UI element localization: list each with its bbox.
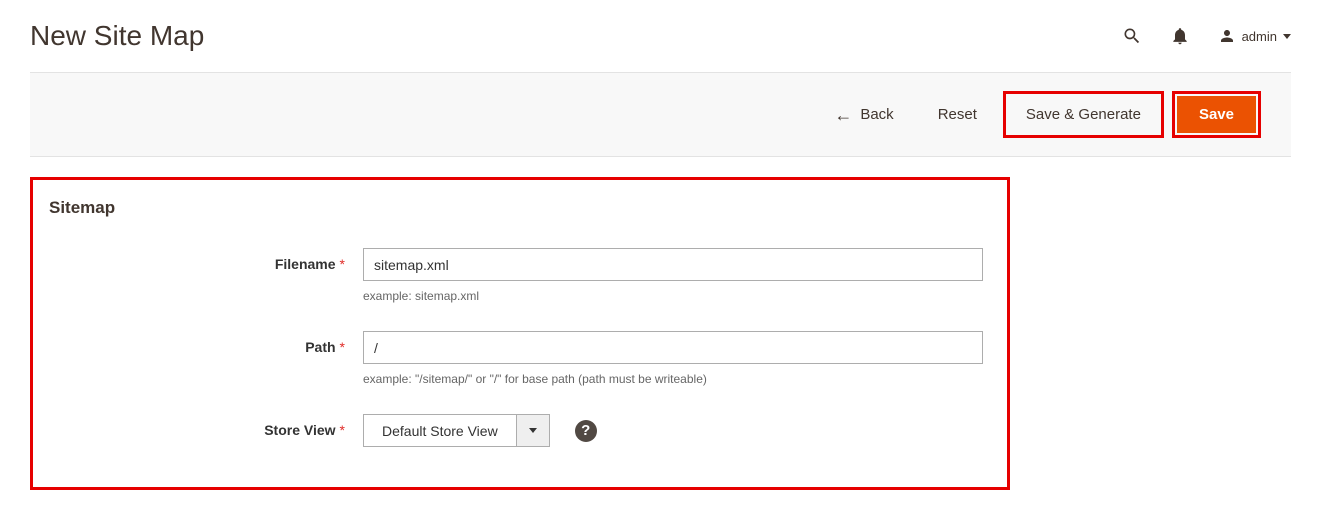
search-icon[interactable] xyxy=(1122,26,1142,46)
page-title: New Site Map xyxy=(30,20,204,52)
action-bar: ← Back Reset Save & Generate Save xyxy=(30,72,1291,157)
store-view-label: Store View* xyxy=(43,414,363,438)
chevron-down-icon xyxy=(529,428,537,433)
notifications-icon[interactable] xyxy=(1170,26,1190,46)
filename-input[interactable] xyxy=(363,248,983,281)
user-label: admin xyxy=(1242,29,1277,44)
save-button[interactable]: Save xyxy=(1177,96,1256,133)
back-label: Back xyxy=(860,106,893,123)
save-generate-button[interactable]: Save & Generate xyxy=(1008,96,1159,133)
chevron-down-icon xyxy=(1283,34,1291,39)
store-view-select[interactable]: Default Store View xyxy=(363,414,550,447)
filename-label: Filename* xyxy=(43,248,363,272)
store-view-value: Default Store View xyxy=(364,423,516,439)
reset-button[interactable]: Reset xyxy=(920,96,995,133)
path-hint: example: "/sitemap/" or "/" for base pat… xyxy=(363,372,983,386)
back-arrow-icon: ← xyxy=(834,106,852,124)
user-menu[interactable]: admin xyxy=(1218,27,1291,45)
back-button[interactable]: ← Back xyxy=(816,96,911,134)
select-toggle xyxy=(516,415,549,446)
section-title: Sitemap xyxy=(49,198,987,218)
path-label: Path* xyxy=(43,331,363,355)
help-icon[interactable]: ? xyxy=(575,420,597,442)
user-icon xyxy=(1218,27,1236,45)
path-input[interactable] xyxy=(363,331,983,364)
filename-hint: example: sitemap.xml xyxy=(363,289,983,303)
